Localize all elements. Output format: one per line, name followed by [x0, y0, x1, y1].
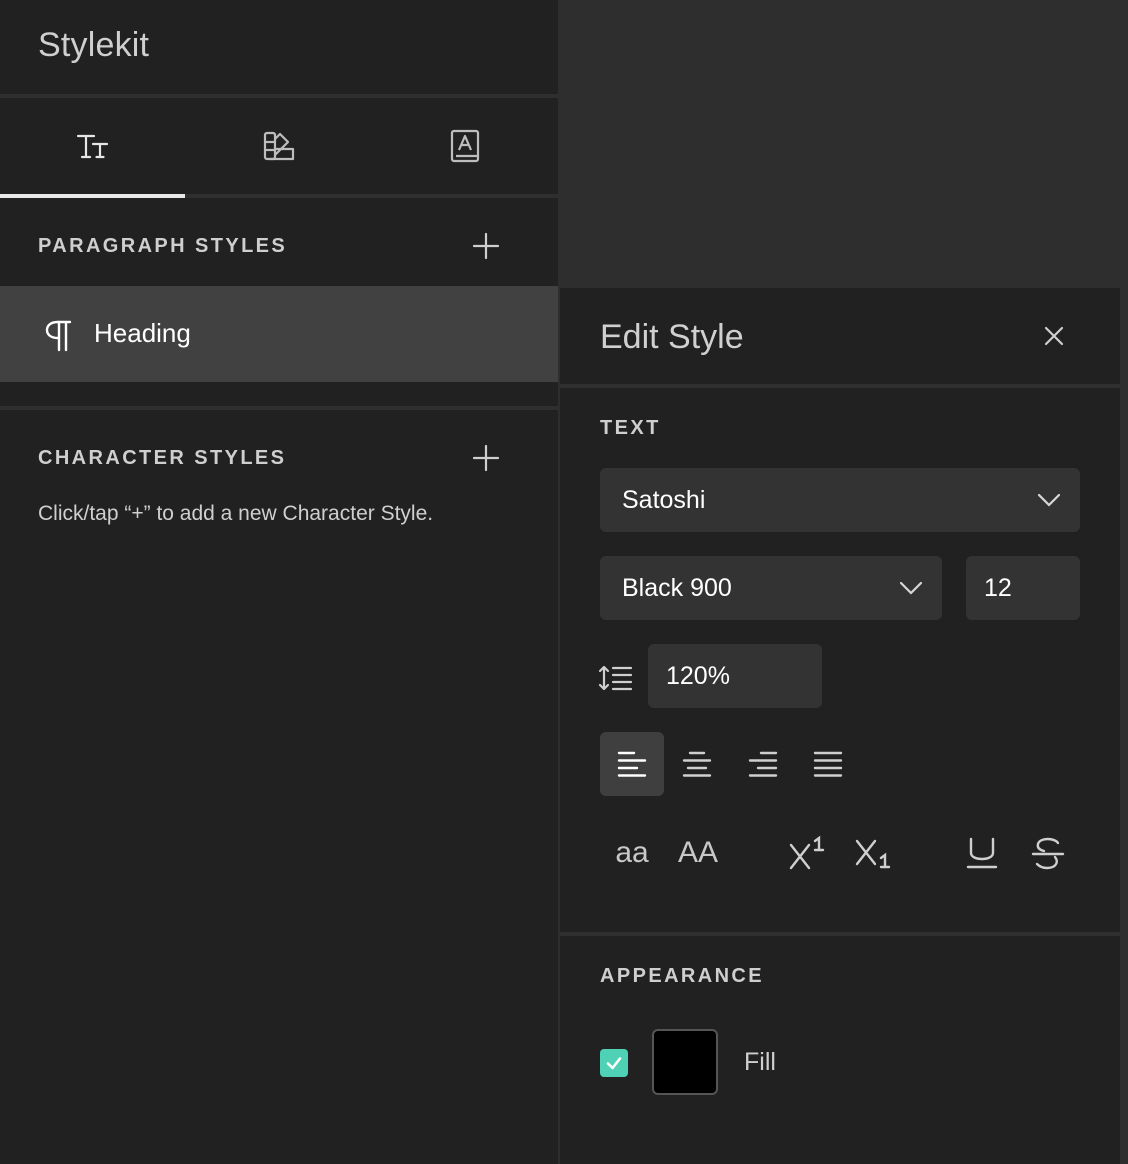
underline-button[interactable] [962, 826, 1002, 880]
line-height-value: 120% [666, 661, 730, 690]
text-size-icon [76, 134, 109, 159]
align-left-button[interactable] [600, 732, 664, 796]
font-weight-select[interactable]: Black 900 [600, 556, 942, 620]
strikethrough-button[interactable] [1028, 826, 1068, 880]
appearance-divider [560, 932, 1120, 936]
paragraph-styles-title: PARAGRAPH STYLES [38, 235, 288, 257]
align-left-icon [617, 751, 647, 777]
align-center-button[interactable] [665, 732, 729, 796]
checkmark-icon [606, 1057, 622, 1070]
font-family-value: Satoshi [622, 485, 706, 514]
align-right-button[interactable] [731, 732, 795, 796]
section-divider [0, 406, 558, 410]
plus-icon [472, 444, 500, 472]
fill-label: Fill [744, 1048, 776, 1076]
edit-header-divider [560, 384, 1120, 388]
close-button[interactable] [1038, 320, 1070, 352]
paragraph-style-item-heading[interactable]: Heading [0, 286, 558, 382]
uppercase-label: AA [677, 836, 719, 869]
text-section-title: TEXT [600, 417, 661, 439]
font-size-value: 12 [984, 573, 1012, 602]
align-right-icon [748, 751, 778, 777]
strikethrough-icon [1031, 837, 1065, 870]
font-weight-value: Black 900 [622, 573, 732, 602]
paragraph-style-label: Heading [94, 318, 191, 348]
edit-style-panel: Edit Style TEXT Satoshi Black 900 12 120… [560, 288, 1120, 1164]
add-paragraph-style-button[interactable] [466, 226, 506, 266]
line-height-input[interactable]: 120% [648, 644, 822, 708]
font-family-select[interactable]: Satoshi [600, 468, 1080, 532]
font-size-input[interactable]: 12 [966, 556, 1080, 620]
tab-swatches[interactable] [186, 98, 372, 194]
tab-bar [0, 98, 558, 194]
pilcrow-icon [45, 320, 72, 352]
subscript-icon [855, 839, 891, 869]
uppercase-button[interactable]: AA [674, 826, 722, 880]
lowercase-label: aa [615, 836, 649, 869]
subscript-button[interactable] [852, 826, 896, 880]
stylekit-panel: Stylekit PARAGRAPH STYLES Heading CHARAC… [0, 0, 558, 1164]
swatches-icon [263, 131, 295, 161]
appearance-section-title: APPEARANCE [600, 965, 765, 987]
superscript-icon [789, 835, 825, 870]
active-tab-indicator [0, 194, 185, 198]
align-justify-button[interactable] [796, 732, 860, 796]
chevron-down-icon [899, 581, 923, 595]
close-icon [1044, 326, 1064, 346]
align-center-icon [682, 751, 712, 777]
underline-icon [966, 837, 998, 869]
character-styles-title: CHARACTER STYLES [38, 447, 287, 469]
line-height-icon [598, 665, 633, 691]
plus-icon [472, 232, 500, 260]
fill-checkbox[interactable] [600, 1049, 628, 1077]
tab-text-styles[interactable] [0, 98, 186, 194]
add-character-style-button[interactable] [466, 438, 506, 478]
font-book-icon [450, 129, 480, 163]
character-styles-hint: Click/tap “+” to add a new Character Sty… [38, 502, 434, 525]
edit-style-title: Edit Style [600, 318, 744, 356]
chevron-down-icon [1037, 493, 1061, 507]
fill-color-swatch[interactable] [652, 1029, 718, 1095]
tab-font-book[interactable] [372, 98, 558, 194]
app-title: Stylekit [38, 26, 150, 64]
lowercase-button[interactable]: aa [608, 826, 656, 880]
superscript-button[interactable] [786, 826, 830, 880]
align-justify-icon [813, 751, 843, 777]
